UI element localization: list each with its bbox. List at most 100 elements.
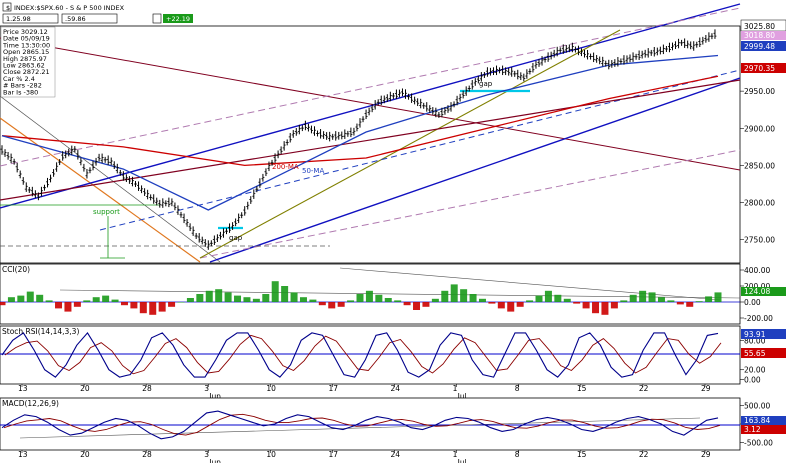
rsi-tick-label: 0.00 — [744, 376, 761, 385]
cci-bar — [413, 302, 421, 310]
cci-bar — [384, 298, 392, 302]
cci-bar — [582, 302, 590, 309]
cci-bar — [234, 295, 242, 302]
cci-bar — [158, 302, 166, 312]
cci-bar — [610, 302, 618, 309]
cci-bar — [507, 302, 515, 312]
cci-bar — [601, 302, 609, 315]
cci-bar — [0, 302, 6, 306]
cci-bar — [271, 281, 279, 302]
gap-label-1: gap — [479, 80, 493, 88]
price-tick-label: 2950.00 — [744, 87, 775, 96]
cci-bar — [55, 302, 63, 309]
macd-tick-label: 500.00 — [744, 402, 770, 411]
cci-bar — [262, 294, 270, 302]
header-prefix: $ — [6, 4, 10, 12]
cci-bar — [92, 297, 100, 302]
time-tick-label: 17 — [328, 450, 338, 459]
cci-bar — [177, 302, 185, 303]
cci-bar — [469, 294, 477, 302]
cci-bar — [139, 302, 147, 314]
cci-bar — [215, 289, 223, 302]
cci-tick-label: 0.00 — [744, 298, 761, 307]
cci-bar — [422, 302, 430, 307]
cci-bar — [299, 297, 307, 302]
cci-bar — [111, 299, 119, 302]
rsi-badge-2: 55.65 — [744, 349, 766, 358]
time-tick-label: 13 — [18, 384, 28, 393]
rsi-badge-1: 93.91 — [744, 330, 766, 339]
time-tick-label: 28 — [142, 384, 152, 393]
cci-bar — [73, 302, 81, 307]
cci-title: CCI(20) — [2, 265, 30, 274]
cci-bar — [639, 290, 647, 302]
header-field-b: .59.86 — [65, 15, 86, 23]
cci-bar — [497, 302, 505, 309]
time-tick-label: 29 — [701, 384, 711, 393]
header-field-a: 1.25.98 — [6, 15, 31, 23]
cci-bar — [120, 302, 128, 306]
cci-bar — [676, 302, 684, 305]
cci-bar — [403, 302, 411, 306]
cci-bar — [102, 295, 110, 302]
cci-bar — [516, 302, 524, 307]
info-box: Price 3029.12Date 05/09/19Time 13:30:00O… — [0, 26, 56, 98]
cci-bar — [328, 302, 336, 309]
cci-bar — [17, 295, 25, 302]
price-badge-2: 3018.80 — [744, 31, 775, 40]
cci-bar — [620, 300, 628, 302]
rsi-axis: 80.0020.000.00 — [740, 336, 766, 385]
cci-bar — [714, 292, 722, 302]
price-axis: 2950.00 2900.00 2850.00 2800.00 2750.00 — [740, 87, 775, 245]
cci-bar — [64, 302, 72, 312]
cci-bar — [573, 302, 581, 304]
cci-bar — [375, 294, 383, 302]
price-tick-label: 2800.00 — [744, 199, 775, 208]
time-tick-label: 28 — [142, 450, 152, 459]
time-tick-label: 13 — [18, 450, 28, 459]
time-tick-label: 20 — [80, 450, 90, 459]
price-badges: 3025.80 3018.80 2999.48 2970.35 — [740, 19, 786, 73]
cci-bar — [648, 292, 656, 302]
ma50-label: 50-MA — [302, 167, 324, 175]
cci-bar — [431, 298, 439, 302]
cci-bar — [337, 302, 345, 307]
cci-bar — [394, 300, 402, 302]
cci-bar — [252, 298, 260, 302]
cci-bar — [657, 297, 665, 302]
rsi-title: Stoch RSI(14,14,3,3) — [2, 327, 79, 336]
time-tick-label: 24 — [391, 384, 401, 393]
cci-bar — [36, 294, 44, 302]
cci-bar — [318, 302, 326, 306]
cci-bar — [563, 298, 571, 302]
cci-bar — [26, 291, 34, 302]
cci-bar — [83, 300, 91, 302]
cci-bar — [309, 299, 317, 302]
price-badge-1: 3025.80 — [744, 22, 775, 31]
spx-chart[interactable]: $ INDEX:$SPX.60 - S & P 500 INDEX 1.25.9… — [0, 0, 786, 463]
ma200-label: 200-MA — [272, 163, 299, 171]
header-change: +22.19 — [166, 15, 190, 23]
time-tick-label: 15 — [577, 384, 587, 393]
macd-panel — [0, 397, 741, 451]
cci-tick-label: 400.00 — [744, 266, 770, 275]
time-tick-label: 10 — [266, 384, 276, 393]
price-badge-3: 2999.48 — [744, 42, 775, 51]
cci-bar — [441, 290, 449, 302]
time-tick-label: 29 — [701, 450, 711, 459]
cci-bar — [186, 298, 194, 302]
cci-badge: 124.08 — [744, 287, 770, 296]
cci-bar — [695, 301, 703, 302]
macd-badge-1: 163.84 — [744, 416, 770, 425]
cci-bar — [365, 290, 373, 302]
price-tick-label: 2750.00 — [744, 236, 775, 245]
header-bar: $ INDEX:$SPX.60 - S & P 500 INDEX 1.25.9… — [0, 0, 786, 26]
time-tick-label: 17 — [328, 384, 338, 393]
cci-bar — [450, 284, 458, 302]
cci-bar — [526, 300, 534, 302]
macd-badge-2: 3.12 — [744, 425, 761, 434]
time-tick-label: 15 — [577, 450, 587, 459]
price-tick-label: 2850.00 — [744, 161, 775, 170]
time-axis-lower: 13 20 28 3 10 17 24 1 8 15 22 29Jun Jul — [18, 450, 711, 463]
macd-title: MACD(12,26,9) — [2, 399, 59, 408]
